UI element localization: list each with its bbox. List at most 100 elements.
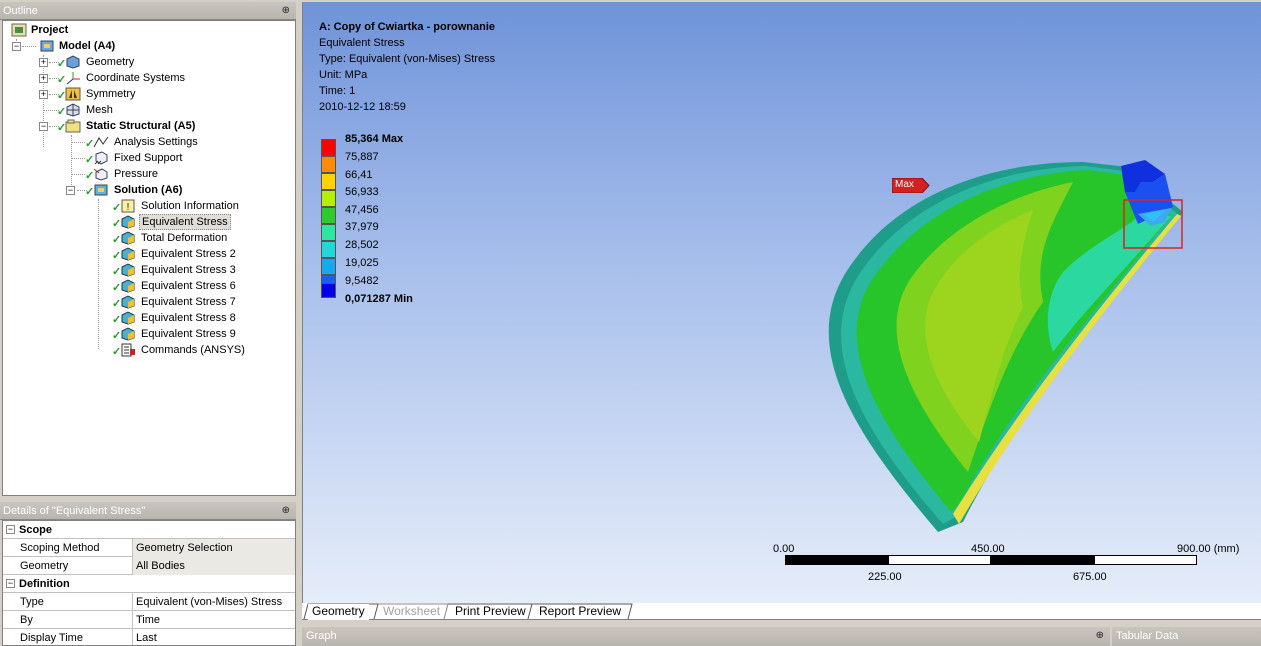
tree-label: Equivalent Stress 8: [141, 312, 236, 324]
tree-label: Geometry: [86, 56, 135, 68]
tree-item-coordinate-systems[interactable]: + ✓ Coordinate Systems: [3, 70, 293, 86]
tree-label: Solution (A6): [114, 184, 183, 196]
details-row-by[interactable]: By Time: [3, 611, 295, 629]
tabular-data-panel-title: Tabular Data: [1112, 627, 1261, 646]
legend-max-label: 85,364 Max: [345, 133, 404, 145]
project-icon: [11, 23, 27, 37]
details-title-bar: Details of "Equivalent Stress" ⊕: [0, 502, 296, 520]
tree-item-equivalent-stress-7[interactable]: ✓ Equivalent Stress 7: [3, 294, 293, 310]
tree-item-equivalent-stress-9[interactable]: ✓ Equivalent Stress 9: [3, 326, 293, 342]
collapse-icon[interactable]: −: [6, 579, 15, 588]
tree-item-total-deformation[interactable]: ✓ Total Deformation: [3, 230, 293, 246]
tree-label: Pressure: [114, 168, 159, 180]
legend-swatch: [321, 283, 336, 298]
expand-icon[interactable]: +: [39, 58, 48, 67]
tab-geometry[interactable]: Geometry: [308, 604, 369, 620]
tree-item-analysis-settings[interactable]: ✓ Analysis Settings: [3, 134, 293, 150]
result-type: Type: Equivalent (von-Mises) Stress: [319, 53, 496, 65]
symmetry-icon: [65, 87, 81, 101]
graph-panel-title: Graph ⊕: [302, 627, 1110, 646]
outline-title: Outline: [3, 5, 38, 17]
details-row-display-time[interactable]: Display Time Last: [3, 629, 295, 645]
result-date: 2010-12-12 18:59: [319, 101, 406, 113]
static-structural-icon: [65, 119, 81, 133]
tree-label: Analysis Settings: [114, 136, 198, 148]
analysis-settings-icon: [93, 136, 109, 148]
legend-label: 28,502: [345, 239, 379, 251]
pin-icon[interactable]: ⊕: [282, 2, 290, 20]
tree-item-static-structural[interactable]: − ✓ Static Structural (A5): [3, 118, 293, 134]
tree-item-mesh[interactable]: ✓ Mesh: [3, 102, 293, 118]
tree-item-solution[interactable]: − ✓ Solution (A6): [3, 182, 293, 198]
result-icon: [121, 295, 135, 309]
tree-item-pressure[interactable]: ✓ Pressure: [3, 166, 293, 182]
tree-item-solution-information[interactable]: ✓ ! Solution Information: [3, 198, 293, 214]
pin-icon[interactable]: ⊕: [1096, 627, 1104, 645]
expand-icon[interactable]: +: [39, 90, 48, 99]
tree-item-model[interactable]: − Model (A4): [3, 38, 293, 54]
info-icon: !: [121, 199, 135, 213]
geometry-icon: [66, 55, 80, 69]
tree-label: Total Deformation: [141, 232, 228, 244]
tree-label: Equivalent Stress 3: [141, 264, 236, 276]
tree-label: Symmetry: [86, 88, 136, 100]
axes-icon: [66, 72, 80, 85]
details-title: Details of "Equivalent Stress": [3, 505, 146, 517]
tree-label: Static Structural (A5): [86, 120, 196, 132]
collapse-icon[interactable]: −: [66, 186, 75, 195]
details-row-type[interactable]: Type Equivalent (von-Mises) Stress: [3, 593, 295, 611]
tree-item-fixed-support[interactable]: ✓ Fixed Support: [3, 150, 293, 166]
legend-swatch: [321, 190, 336, 207]
tree-item-equivalent-stress-6[interactable]: ✓ Equivalent Stress 6: [3, 278, 293, 294]
commands-icon: [121, 343, 135, 357]
tree-label: Project: [31, 24, 69, 36]
legend-label: 66,41: [345, 169, 373, 181]
tree-item-geometry[interactable]: + ✓ Geometry: [3, 54, 293, 70]
tab-worksheet[interactable]: Worksheet: [379, 604, 444, 620]
collapse-icon[interactable]: −: [39, 122, 48, 131]
pressure-icon: [93, 168, 108, 181]
result-title: A: Copy of Cwiartka - porownanie: [319, 21, 496, 33]
legend-swatch: [321, 139, 336, 156]
legend-swatch: [321, 241, 336, 258]
mesh-icon: [66, 103, 80, 117]
legend-swatch: [321, 207, 336, 224]
details-row-scoping-method[interactable]: Scoping Method Geometry Selection: [3, 539, 295, 557]
legend-label: 47,456: [345, 204, 379, 216]
graph-title: Graph: [306, 630, 337, 642]
tree-item-commands[interactable]: ✓ Commands (ANSYS): [3, 342, 293, 358]
tree-item-equivalent-stress[interactable]: ✓ Equivalent Stress: [3, 214, 293, 230]
tree-item-equivalent-stress-8[interactable]: ✓ Equivalent Stress 8: [3, 310, 293, 326]
pin-icon[interactable]: ⊕: [282, 502, 290, 520]
tree-label: Mesh: [86, 104, 113, 116]
result-icon: [121, 247, 135, 261]
outline-tree: Project − Model (A4) + ✓ Geometry + ✓ Co…: [2, 20, 296, 496]
tree-item-project[interactable]: Project: [3, 22, 293, 38]
model-3d-view[interactable]: [793, 152, 1193, 542]
tree-item-equivalent-stress-3[interactable]: ✓ Equivalent Stress 3: [3, 262, 293, 278]
collapse-icon[interactable]: −: [12, 42, 21, 51]
tree-item-symmetry[interactable]: + ✓ Symmetry: [3, 86, 293, 102]
tree-item-equivalent-stress-2[interactable]: ✓ Equivalent Stress 2: [3, 246, 293, 262]
legend-swatch: [321, 258, 336, 275]
tree-label: Solution Information: [141, 200, 239, 212]
tab-print-preview[interactable]: Print Preview: [451, 604, 530, 620]
expand-icon[interactable]: +: [39, 74, 48, 83]
result-icon: [121, 231, 135, 245]
result-icon: [121, 263, 135, 277]
legend-swatch: [321, 224, 336, 241]
legend-swatch: [321, 173, 336, 190]
result-icon: [121, 311, 135, 325]
collapse-icon[interactable]: −: [6, 525, 15, 534]
result-time: Time: 1: [319, 85, 356, 97]
legend-label: 75,887: [345, 151, 379, 163]
legend-swatch: [321, 156, 336, 173]
tab-report-preview[interactable]: Report Preview: [535, 604, 625, 620]
tree-label: Model (A4): [59, 40, 116, 52]
details-row-geometry[interactable]: Geometry All Bodies: [3, 557, 295, 575]
outline-title-bar: Outline ⊕: [0, 2, 296, 20]
details-group-scope[interactable]: − Scope: [3, 521, 295, 539]
result-icon: [121, 215, 135, 229]
details-group-definition[interactable]: − Definition: [3, 575, 295, 593]
graphics-viewport[interactable]: A: Copy of Cwiartka - porownanie Equival…: [302, 2, 1261, 603]
